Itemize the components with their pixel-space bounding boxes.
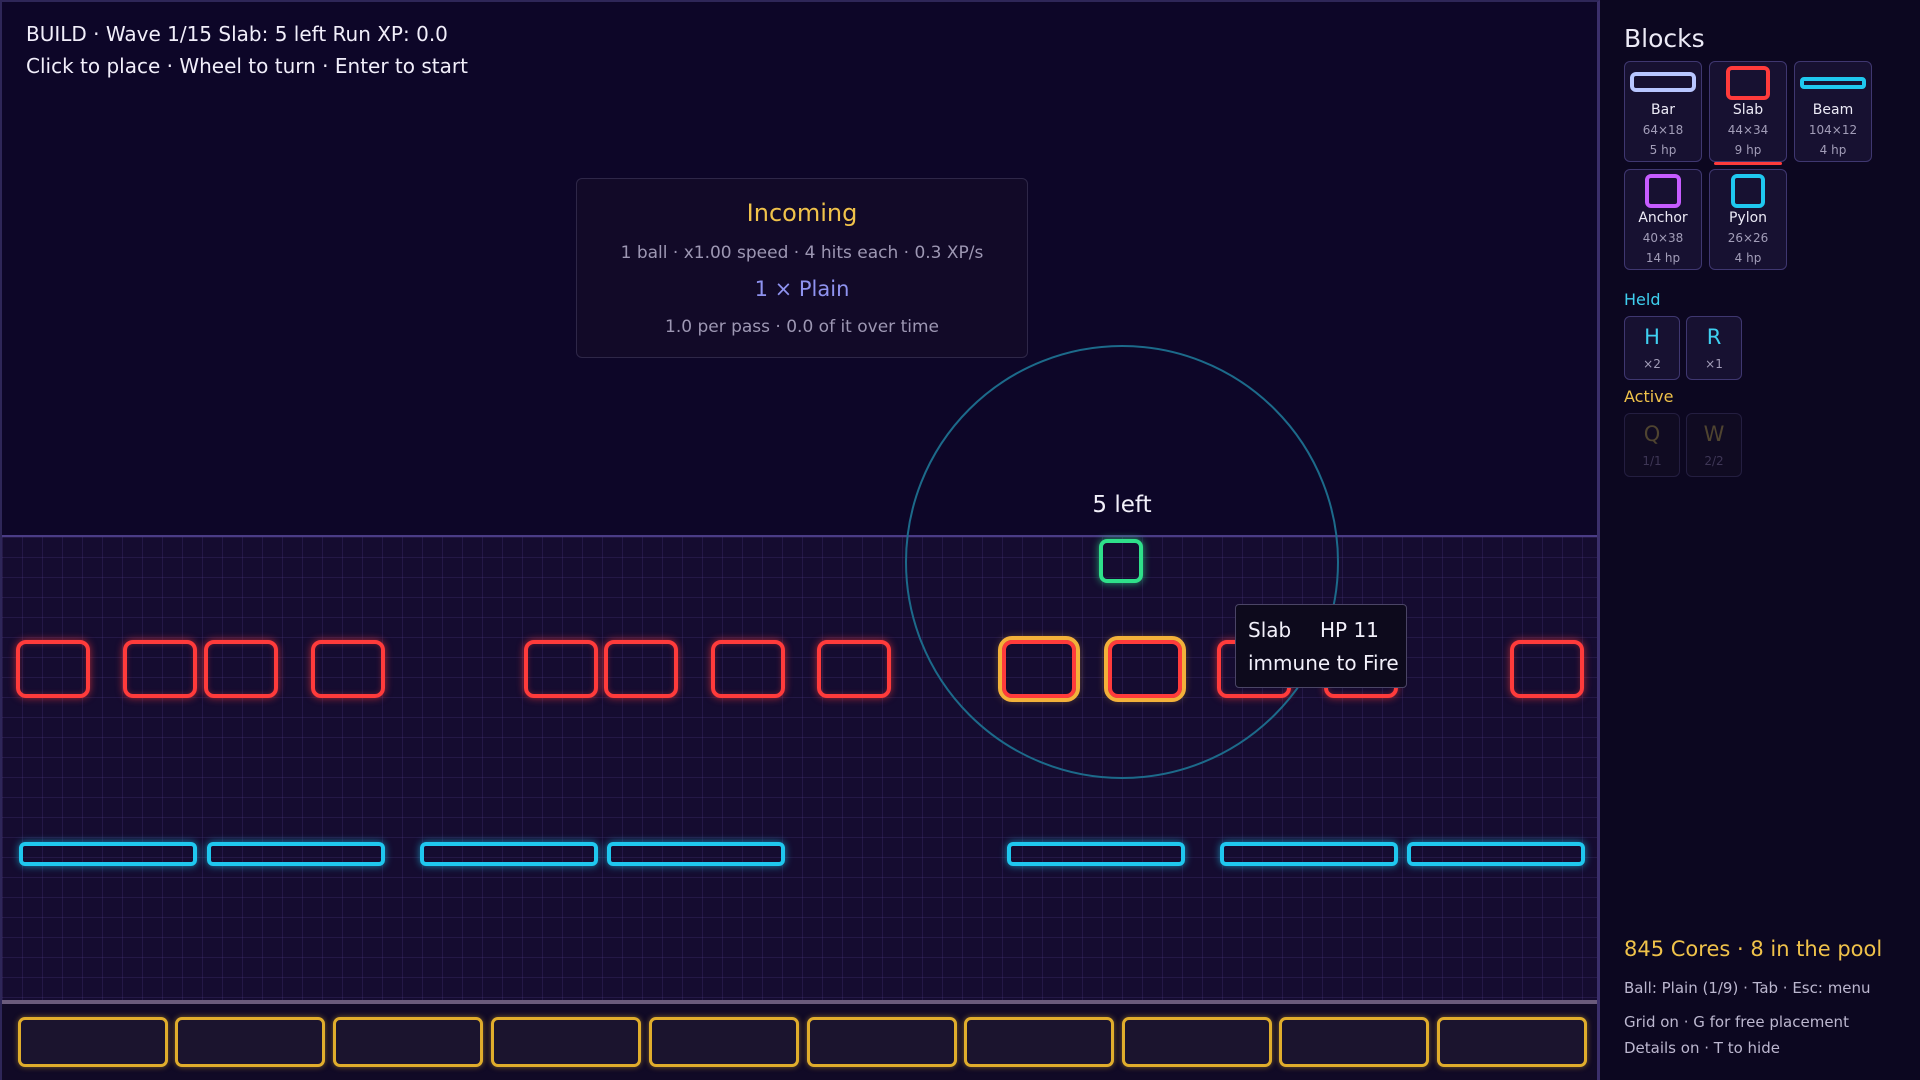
playfield[interactable]: BUILD · Wave 1/15 Slab: 5 left Run XP: 0…	[0, 0, 1600, 1080]
beam-block[interactable]	[1007, 842, 1185, 866]
grid-toggle-hint: Grid on · G for free placement	[1624, 1013, 1849, 1031]
block-card-beam[interactable]: Beam 104×12 4 hp	[1794, 61, 1872, 162]
held-item-r[interactable]: R ×1	[1686, 316, 1742, 380]
bar-icon	[1630, 72, 1696, 92]
block-card-pylon[interactable]: Pylon 26×26 4 hp	[1709, 169, 1787, 270]
active-ability-q[interactable]: Q 1/1	[1624, 413, 1680, 477]
block-card-hp: 14 hp	[1645, 251, 1681, 265]
active-charges: 1/1	[1642, 454, 1662, 468]
block-card-hp: 4 hp	[1734, 251, 1762, 265]
core-tile	[649, 1017, 799, 1067]
ball-selector-hint: Ball: Plain (1/9) · Tab · Esc: menu	[1624, 979, 1871, 997]
beam-block[interactable]	[420, 842, 598, 866]
held-count: ×1	[1705, 357, 1723, 371]
core-tile	[1437, 1017, 1587, 1067]
block-card-name: Slab	[1732, 102, 1764, 118]
held-count: ×2	[1643, 357, 1661, 371]
slab-block[interactable]	[604, 640, 678, 698]
active-charges: 2/2	[1704, 454, 1724, 468]
block-card-size: 26×26	[1727, 231, 1769, 245]
hud-controls-hint: Click to place · Wheel to turn · Enter t…	[26, 54, 468, 78]
beam-block[interactable]	[1220, 842, 1398, 866]
block-card-slab[interactable]: Slab 44×34 9 hp	[1709, 61, 1787, 165]
beam-block[interactable]	[19, 842, 197, 866]
block-card-name: Bar	[1651, 102, 1675, 118]
incoming-detail: 1.0 per pass · 0.0 of it over time	[665, 317, 939, 337]
active-ability-w[interactable]: W 2/2	[1686, 413, 1742, 477]
block-tooltip: Slab HP 11 immune to Fire	[1235, 604, 1407, 688]
block-card-name: Beam	[1812, 102, 1854, 118]
cores-counter: 845 Cores · 8 in the pool	[1624, 937, 1883, 961]
core-tile	[1279, 1017, 1429, 1067]
slab-block[interactable]	[524, 640, 598, 698]
incoming-wave-panel: Incoming 1 ball · x1.00 speed · 4 hits e…	[576, 178, 1028, 358]
slab-icon	[1726, 66, 1770, 100]
active-section-label: Active	[1624, 387, 1674, 406]
beam-block[interactable]	[207, 842, 385, 866]
beam-block[interactable]	[607, 842, 785, 866]
slab-block[interactable]	[311, 640, 385, 698]
sidebar-title: Blocks	[1624, 24, 1705, 53]
core-tile	[18, 1017, 168, 1067]
tooltip-block-name: Slab	[1248, 618, 1292, 642]
incoming-stats: 1 ball · x1.00 speed · 4 hits each · 0.3…	[620, 243, 984, 263]
placement-ghost-block[interactable]	[1099, 539, 1143, 583]
remaining-placements-label: 5 left	[1092, 492, 1152, 518]
anchor-icon	[1645, 174, 1681, 208]
details-toggle-hint: Details on · T to hide	[1624, 1039, 1780, 1057]
block-card-bar[interactable]: Bar 64×18 5 hp	[1624, 61, 1702, 162]
pylon-icon	[1731, 174, 1765, 208]
slab-block[interactable]	[16, 640, 90, 698]
slab-block[interactable]	[1510, 640, 1584, 698]
core-tile	[175, 1017, 325, 1067]
block-card-hp: 5 hp	[1649, 143, 1677, 157]
block-card-name: Pylon	[1728, 210, 1768, 226]
incoming-ball-type: 1 × Plain	[754, 277, 850, 301]
held-section-label: Held	[1624, 290, 1661, 309]
tooltip-block-hp: HP 11	[1320, 618, 1379, 642]
block-card-size: 64×18	[1642, 123, 1684, 137]
block-card-hp: 4 hp	[1819, 143, 1847, 157]
held-item-h[interactable]: H ×2	[1624, 316, 1680, 380]
core-tile	[333, 1017, 483, 1067]
block-card-size: 104×12	[1808, 123, 1858, 137]
hud-status: BUILD · Wave 1/15 Slab: 5 left Run XP: 0…	[26, 22, 448, 46]
block-card-size: 40×38	[1642, 231, 1684, 245]
blocks-sidebar: Blocks Bar 64×18 5 hp Slab 44×34 9 hp Be…	[1600, 0, 1920, 1080]
slab-block[interactable]	[204, 640, 278, 698]
block-card-size: 44×34	[1727, 123, 1769, 137]
active-key: Q	[1643, 422, 1661, 446]
block-card-hp: 9 hp	[1734, 143, 1762, 157]
core-tile	[1122, 1017, 1272, 1067]
beam-icon	[1800, 77, 1866, 89]
held-key: R	[1706, 325, 1722, 349]
core-tile	[807, 1017, 957, 1067]
block-card-anchor[interactable]: Anchor 40×38 14 hp	[1624, 169, 1702, 270]
slab-block[interactable]	[711, 640, 785, 698]
selected-indicator	[1714, 162, 1782, 165]
incoming-title: Incoming	[746, 199, 858, 227]
block-card-name: Anchor	[1638, 210, 1688, 226]
active-key: W	[1703, 422, 1725, 446]
beam-block[interactable]	[1407, 842, 1585, 866]
core-tile	[964, 1017, 1114, 1067]
held-key: H	[1644, 325, 1660, 349]
slab-block[interactable]	[123, 640, 197, 698]
slab-block[interactable]	[817, 640, 891, 698]
tooltip-block-resist: immune to Fire	[1248, 651, 1399, 675]
core-tile	[491, 1017, 641, 1067]
